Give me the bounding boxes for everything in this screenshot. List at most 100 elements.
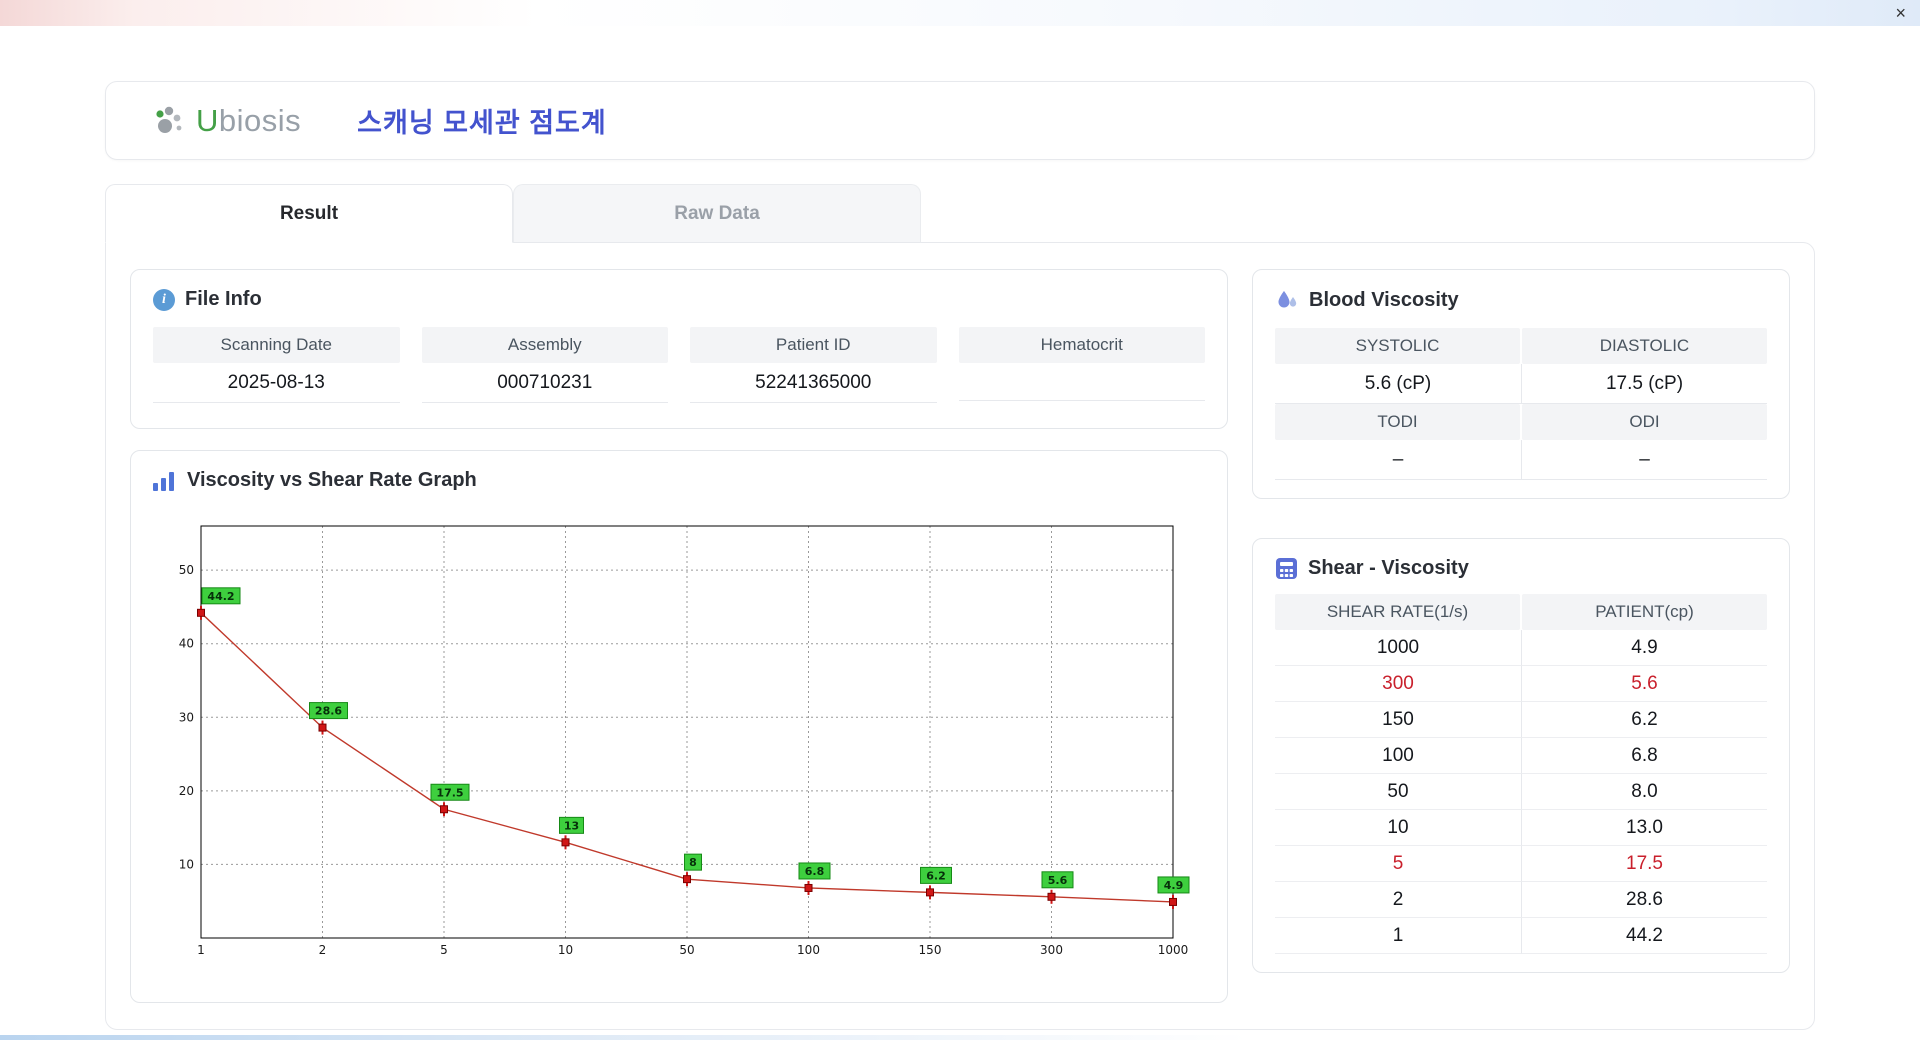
shear-rate-cell: 1000 — [1275, 630, 1521, 666]
patient-cell: 5.6 — [1521, 666, 1767, 702]
bv-label: SYSTOLIC — [1275, 328, 1520, 364]
bv-header-row: TODI ODI — [1275, 404, 1767, 440]
viscosity-chart: 10 20 30 40 50 1 2 5 10 50 100 150 300 1000 44.2 28.6 17… — [179, 525, 1190, 957]
content-card: i File Info Scanning Date 2025-08-13 Assem… — [105, 242, 1815, 1030]
table-row: 5 17.5 — [1275, 846, 1767, 882]
shear-rate-cell: 2 — [1275, 882, 1521, 918]
field-label: Scanning Date — [153, 327, 400, 363]
svg-text:44.2: 44.2 — [207, 590, 234, 603]
bv-header-row: SYSTOLIC DIASTOLIC — [1275, 328, 1767, 364]
field-value: 52241365000 — [690, 363, 937, 403]
file-info-field: Scanning Date 2025-08-13 — [153, 327, 400, 403]
shear-rate-header: SHEAR RATE(1/s) — [1275, 594, 1520, 630]
file-info-title: File Info — [185, 288, 262, 310]
tab-bar: Result Raw Data — [105, 184, 1815, 243]
svg-text:5: 5 — [440, 943, 448, 957]
bv-label: ODI — [1522, 404, 1767, 440]
svg-text:2: 2 — [319, 943, 327, 957]
logo-dots-icon — [156, 106, 182, 133]
svg-text:50: 50 — [679, 943, 694, 957]
patient-header: PATIENT(cp) — [1522, 594, 1767, 630]
field-value: 000710231 — [421, 363, 668, 403]
patient-cell: 6.2 — [1521, 702, 1767, 738]
blood-viscosity-table: SYSTOLIC DIASTOLIC 5.6 (cP) 17.5 (cP) TODI OD… — [1275, 328, 1767, 480]
table-row: 100 6.8 — [1275, 738, 1767, 774]
header-card: Ubiosis 스캐닝 모세관 점도계 — [105, 81, 1815, 160]
blood-viscosity-title-row: Blood Viscosity — [1275, 288, 1767, 312]
svg-text:5.6: 5.6 — [1048, 874, 1068, 887]
svg-text:17.5: 17.5 — [436, 786, 463, 799]
blood-viscosity-panel: Blood Viscosity SYSTOLIC DIASTOLIC 5.6 (cP… — [1252, 269, 1790, 499]
table-row: 1000 4.9 — [1275, 630, 1767, 666]
svg-text:10: 10 — [179, 857, 194, 871]
graph-title: Viscosity vs Shear Rate Graph — [187, 469, 477, 491]
patient-cell: 17.5 — [1521, 846, 1767, 882]
field-value — [958, 363, 1205, 401]
svg-text:13: 13 — [564, 819, 579, 832]
bv-value-row: 5.6 (cP) 17.5 (cP) — [1275, 364, 1767, 404]
file-info-fields: Scanning Date 2025-08-13 Assembly 000710231… — [153, 327, 1205, 403]
graph-panel: Viscosity vs Shear Rate Graph 10 20 30 40 50… — [130, 450, 1228, 1003]
table-row: 300 5.6 — [1275, 666, 1767, 702]
shear-rate-cell: 5 — [1275, 846, 1521, 882]
bv-value-row: – – — [1275, 440, 1767, 480]
shear-viscosity-table: SHEAR RATE(1/s) PATIENT(cp) 1000 4.9 300 5.… — [1275, 594, 1767, 954]
svg-text:8: 8 — [689, 856, 697, 869]
tab-result[interactable]: Result — [105, 184, 513, 243]
file-info-field: Patient ID 52241365000 — [690, 327, 937, 403]
graph-wrap: 10 20 30 40 50 1 2 5 10 50 100 150 300 1000 44.2 28.6 17… — [153, 502, 1205, 977]
patient-cell: 4.9 — [1521, 630, 1767, 666]
table-row: 150 6.2 — [1275, 702, 1767, 738]
bv-value: – — [1521, 440, 1767, 480]
svg-text:4.9: 4.9 — [1164, 879, 1184, 892]
svg-text:100: 100 — [797, 943, 820, 957]
bar-chart-icon — [153, 471, 177, 491]
info-icon: i — [153, 288, 175, 311]
table-row: 50 8.0 — [1275, 774, 1767, 810]
svg-text:6.8: 6.8 — [805, 865, 825, 878]
svg-text:300: 300 — [1040, 943, 1063, 957]
app-window: Ubiosis 스캐닝 모세관 점도계 Result Raw Data i Fi… — [8, 26, 1912, 1035]
patient-cell: 6.8 — [1521, 738, 1767, 774]
file-info-title-row: i File Info — [153, 288, 1205, 311]
svg-text:1: 1 — [197, 943, 205, 957]
logo-wordmark: Ubiosis — [196, 102, 302, 138]
close-icon[interactable]: × — [1895, 3, 1906, 23]
svg-text:40: 40 — [179, 637, 194, 651]
svg-text:30: 30 — [179, 710, 194, 724]
svg-text:28.6: 28.6 — [315, 705, 342, 718]
tab-raw-data[interactable]: Raw Data — [513, 184, 921, 243]
table-row: 10 13.0 — [1275, 810, 1767, 846]
page-title: 스캐닝 모세관 점도계 — [357, 108, 607, 138]
field-label: Assembly — [421, 327, 668, 363]
patient-cell: 28.6 — [1521, 882, 1767, 918]
desktop-edge — [0, 1035, 1920, 1040]
graph-title-row: Viscosity vs Shear Rate Graph — [153, 469, 1205, 492]
shear-viscosity-panel: Shear - Viscosity SHEAR RATE(1/s) PATIEN… — [1252, 538, 1790, 973]
titlebar: × — [0, 0, 1920, 26]
bv-label: TODI — [1275, 404, 1520, 440]
calculator-icon — [1276, 558, 1297, 579]
bv-label: DIASTOLIC — [1522, 328, 1767, 364]
svg-text:20: 20 — [179, 784, 194, 798]
svg-text:1000: 1000 — [1158, 943, 1189, 957]
svg-text:50: 50 — [179, 563, 194, 577]
shear-rate-cell: 300 — [1275, 666, 1521, 702]
svg-text:150: 150 — [919, 943, 942, 957]
shear-rate-cell: 100 — [1275, 738, 1521, 774]
svg-text:6.2: 6.2 — [926, 869, 946, 882]
field-value: 2025-08-13 — [153, 363, 400, 403]
bv-value: – — [1275, 440, 1521, 480]
patient-cell: 13.0 — [1521, 810, 1767, 846]
shear-rate-cell: 10 — [1275, 810, 1521, 846]
patient-cell: 44.2 — [1521, 918, 1767, 954]
patient-cell: 8.0 — [1521, 774, 1767, 810]
field-label: Patient ID — [690, 327, 937, 363]
bv-value: 5.6 (cP) — [1275, 364, 1521, 404]
shear-rate-cell: 150 — [1275, 702, 1521, 738]
shear-rate-cell: 50 — [1275, 774, 1521, 810]
shear-viscosity-title-row: Shear - Viscosity — [1275, 557, 1767, 580]
table-row: 1 44.2 — [1275, 918, 1767, 954]
bv-value: 17.5 (cP) — [1521, 364, 1767, 404]
svg-text:10: 10 — [558, 943, 573, 957]
